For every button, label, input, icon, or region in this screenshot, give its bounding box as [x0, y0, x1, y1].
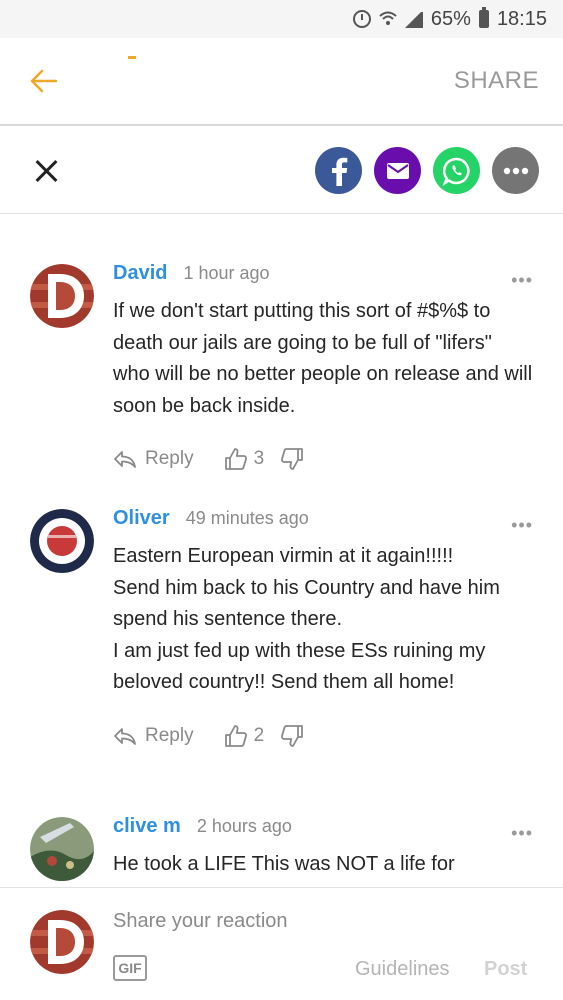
app-header: SHARE: [0, 38, 563, 126]
reply-icon: [114, 727, 136, 745]
thumbs-down-icon: [281, 448, 304, 470]
comments-list[interactable]: David 1 hour ago ••• If we don't start p…: [0, 215, 563, 887]
dislike-button[interactable]: [280, 724, 304, 748]
current-user-avatar: [30, 910, 94, 974]
clock: 18:15: [496, 7, 547, 30]
signal-icon: [404, 10, 423, 28]
like-button[interactable]: 2: [224, 724, 265, 748]
like-count: 2: [253, 724, 265, 746]
email-share-button[interactable]: [374, 147, 421, 194]
comment-text: He took a LIFE This was NOT a life for: [113, 853, 455, 875]
battery-icon: [478, 7, 489, 28]
reply-button[interactable]: Reply: [113, 725, 194, 747]
reply-label: Reply: [145, 448, 194, 469]
like-count: 3: [253, 448, 265, 469]
thumbs-up-icon: [224, 724, 247, 747]
status-bar: 65% 18:15: [0, 0, 563, 38]
back-arrow-icon[interactable]: [24, 61, 64, 101]
reaction-input[interactable]: Share your reaction: [113, 910, 288, 933]
comment-menu-icon[interactable]: •••: [511, 515, 533, 536]
title-loading-indicator: [128, 56, 136, 59]
alarm-icon: [352, 10, 371, 28]
facebook-icon: [331, 157, 347, 186]
share-button[interactable]: SHARE: [454, 67, 539, 95]
envelope-icon: [386, 162, 409, 179]
reply-label: Reply: [145, 724, 194, 746]
post-button[interactable]: Post: [484, 958, 527, 981]
comment-menu-icon[interactable]: •••: [511, 270, 533, 291]
gif-button[interactable]: GIF: [113, 955, 147, 981]
comment-composer: Share your reaction GIF Guidelines Post: [0, 887, 563, 1000]
reply-icon: [114, 451, 136, 468]
comment-timestamp: 2 hours ago: [196, 816, 292, 836]
comment-author[interactable]: David: [113, 262, 167, 285]
comment-text: Eastern European virmin at it again!!!!!…: [113, 545, 500, 693]
reply-button[interactable]: Reply: [113, 448, 194, 470]
whatsapp-icon: [441, 157, 469, 186]
dislike-button[interactable]: [280, 447, 304, 471]
close-icon[interactable]: [30, 155, 62, 187]
facebook-share-button[interactable]: [315, 147, 362, 194]
comment-text: If we don't start putting this sort of #…: [113, 300, 533, 417]
more-share-button[interactable]: [492, 147, 539, 194]
avatar[interactable]: [30, 509, 94, 573]
comment-author[interactable]: Oliver: [113, 507, 170, 530]
comment-timestamp: 49 minutes ago: [185, 508, 309, 528]
comment-timestamp: 1 hour ago: [183, 263, 270, 283]
battery-percent: 65%: [430, 7, 471, 30]
share-sheet-row: [0, 128, 563, 214]
comment-menu-icon[interactable]: •••: [511, 823, 533, 844]
like-button[interactable]: 3: [224, 447, 265, 471]
thumbs-down-icon: [281, 724, 304, 747]
wifi-icon: [379, 10, 397, 28]
avatar[interactable]: [30, 264, 94, 328]
whatsapp-share-button[interactable]: [433, 147, 480, 194]
guidelines-link[interactable]: Guidelines: [355, 958, 450, 981]
comment-author[interactable]: clive m: [113, 815, 181, 838]
avatar[interactable]: [30, 817, 94, 881]
thumbs-up-icon: [224, 448, 247, 470]
more-dots-icon: [503, 167, 528, 174]
